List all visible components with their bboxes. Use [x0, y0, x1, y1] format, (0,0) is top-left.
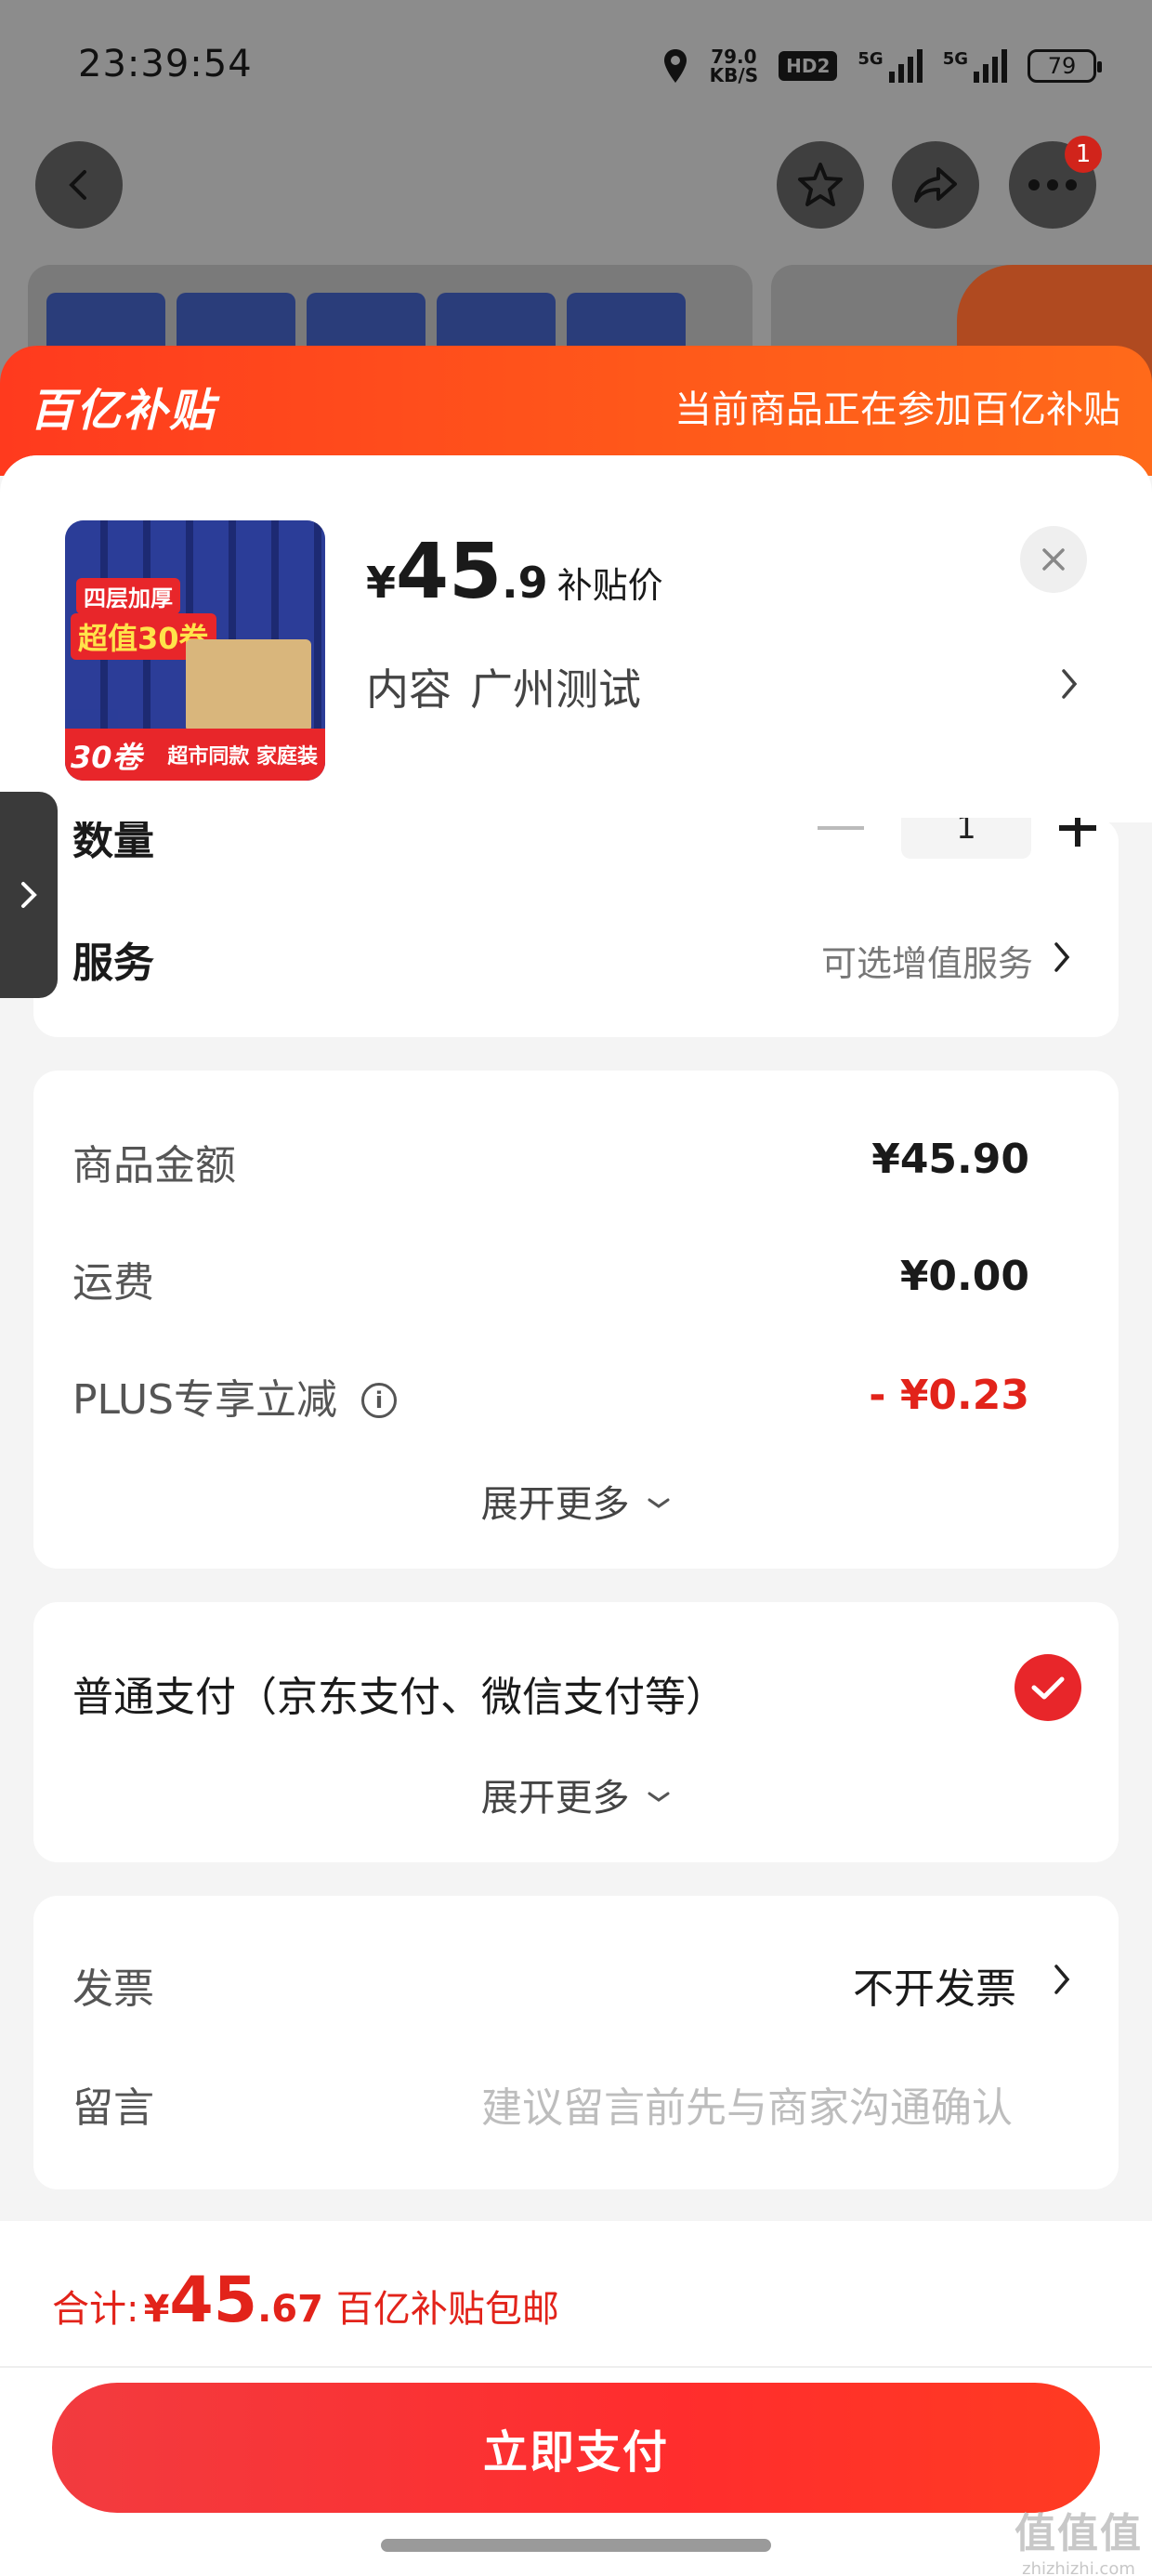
- gallery-thumbnails: [28, 265, 1152, 395]
- total-label: 合计:: [52, 2288, 139, 2331]
- price-decimal: .9: [502, 558, 548, 608]
- more-button[interactable]: 1: [1009, 136, 1102, 229]
- chevron-down-icon: [648, 1792, 670, 1802]
- total-symbol: ¥: [143, 2288, 170, 2331]
- status-icons: 79.0 KB/S HD2 5G 5G 79: [661, 43, 1102, 89]
- total-decimal: .67: [257, 2288, 323, 2331]
- shipping-label: 运费: [72, 1259, 154, 1307]
- chevron-right-icon[interactable]: [1059, 665, 1081, 703]
- hd-icon: HD2: [779, 51, 838, 81]
- price-integer: 45: [396, 528, 503, 616]
- plus-discount-label: PLUS专享立减: [72, 1376, 337, 1424]
- favorite-button[interactable]: [777, 141, 864, 229]
- battery-icon: 79: [1028, 49, 1102, 83]
- subsidy-note: 当前商品正在参加百亿补贴: [674, 388, 1120, 431]
- price-label: 补贴价: [556, 565, 663, 606]
- shipping-value: ¥0.00: [899, 1253, 1029, 1300]
- expand-more-label: 展开更多: [480, 1483, 630, 1526]
- product-image: 四层加厚 超值30卷 30卷 超市同款 家庭装: [65, 520, 325, 781]
- chevron-right-icon[interactable]: [1052, 1961, 1074, 1998]
- checkmark-icon: [1031, 1676, 1065, 1700]
- payment-selected-checkbox[interactable]: [1015, 1654, 1081, 1721]
- side-drawer-handle[interactable]: [0, 792, 58, 998]
- watermark-logo: 值值值: [1015, 2510, 1143, 2557]
- net-speed-unit: KB/S: [709, 64, 759, 86]
- payment-card: [33, 1602, 1119, 1862]
- invoice-value[interactable]: 不开发票: [853, 1955, 1016, 2015]
- service-label: 服务: [72, 940, 154, 987]
- payment-method-label[interactable]: 普通支付（京东支付、微信支付等）: [72, 1663, 727, 1723]
- content-selector[interactable]: 内容 广州测试: [366, 656, 641, 717]
- watermark: 值值值 zhizhizhi.com: [1015, 2500, 1143, 2576]
- footer-divider: [0, 2366, 1152, 2368]
- watermark-site: zhizhizhi.com: [1022, 2559, 1135, 2576]
- decrease-button[interactable]: [818, 826, 864, 830]
- plus-discount-row: PLUS专享立减 i: [72, 1366, 397, 1426]
- share-icon: [914, 167, 957, 203]
- status-bar: 23:39:54 79.0 KB/S HD2 5G 5G 79: [0, 0, 1152, 130]
- goods-amount-value: ¥45.90: [871, 1136, 1029, 1183]
- order-total: 合计: ¥45.67 百亿补贴包邮: [52, 2264, 559, 2337]
- more-dots-icon: [1028, 179, 1077, 191]
- expand-more-label: 展开更多: [480, 1777, 630, 1820]
- chevron-left-icon: [69, 170, 86, 200]
- back-button[interactable]: [35, 141, 123, 229]
- subsidy-logo: 百亿补贴: [30, 385, 216, 437]
- image-box-graphic: [186, 639, 311, 732]
- home-indicator[interactable]: [381, 2539, 771, 2552]
- pay-now-button[interactable]: 立即支付: [52, 2383, 1100, 2513]
- chevron-right-icon[interactable]: [1052, 939, 1074, 976]
- plus-discount-value: - ¥0.23: [869, 1372, 1029, 1419]
- network-speed: 79.0 KB/S: [710, 47, 758, 85]
- signal-5g-label-2: 5G: [942, 49, 968, 69]
- location-icon: [663, 49, 687, 83]
- image-bottom-text: 超市同款 家庭装: [167, 745, 318, 769]
- signal-icon: 5G: [857, 49, 923, 83]
- close-icon: [1042, 548, 1065, 571]
- total-note: 百亿补贴包邮: [335, 2288, 559, 2331]
- expand-more-payment[interactable]: 展开更多: [0, 1768, 1152, 1821]
- signal-icon-2: 5G: [943, 49, 1007, 83]
- goods-amount-label: 商品金额: [72, 1142, 236, 1189]
- service-value[interactable]: 可选增值服务: [821, 935, 1033, 986]
- price-symbol: ¥: [366, 558, 397, 608]
- share-button[interactable]: [892, 141, 979, 229]
- invoice-message-card: [33, 1896, 1119, 2189]
- message-input[interactable]: 建议留言前先与商家沟通确认: [481, 2074, 1013, 2134]
- chevron-right-icon: [21, 882, 37, 908]
- info-icon[interactable]: i: [361, 1383, 397, 1418]
- image-bottom-banner: 30卷 超市同款 家庭装: [65, 729, 325, 781]
- content-value: 广州测试: [470, 664, 641, 715]
- status-time: 23:39:54: [78, 43, 253, 85]
- image-caption-1: 四层加厚: [76, 578, 180, 614]
- total-integer: 45: [169, 2264, 258, 2337]
- notification-badge: 1: [1065, 136, 1102, 173]
- message-label: 留言: [72, 2084, 154, 2132]
- image-roll-count: 30卷: [71, 740, 142, 775]
- content-label: 内容: [366, 664, 452, 715]
- star-icon: [798, 163, 843, 206]
- subsidy-price: ¥45.9 补贴价: [366, 528, 663, 616]
- expand-more-amounts[interactable]: 展开更多: [0, 1474, 1152, 1528]
- signal-5g-label: 5G: [857, 49, 884, 69]
- invoice-label: 发票: [72, 1965, 154, 2013]
- close-button[interactable]: [1020, 526, 1087, 593]
- net-speed-value: 79.0: [711, 46, 757, 68]
- chevron-down-icon: [648, 1498, 670, 1508]
